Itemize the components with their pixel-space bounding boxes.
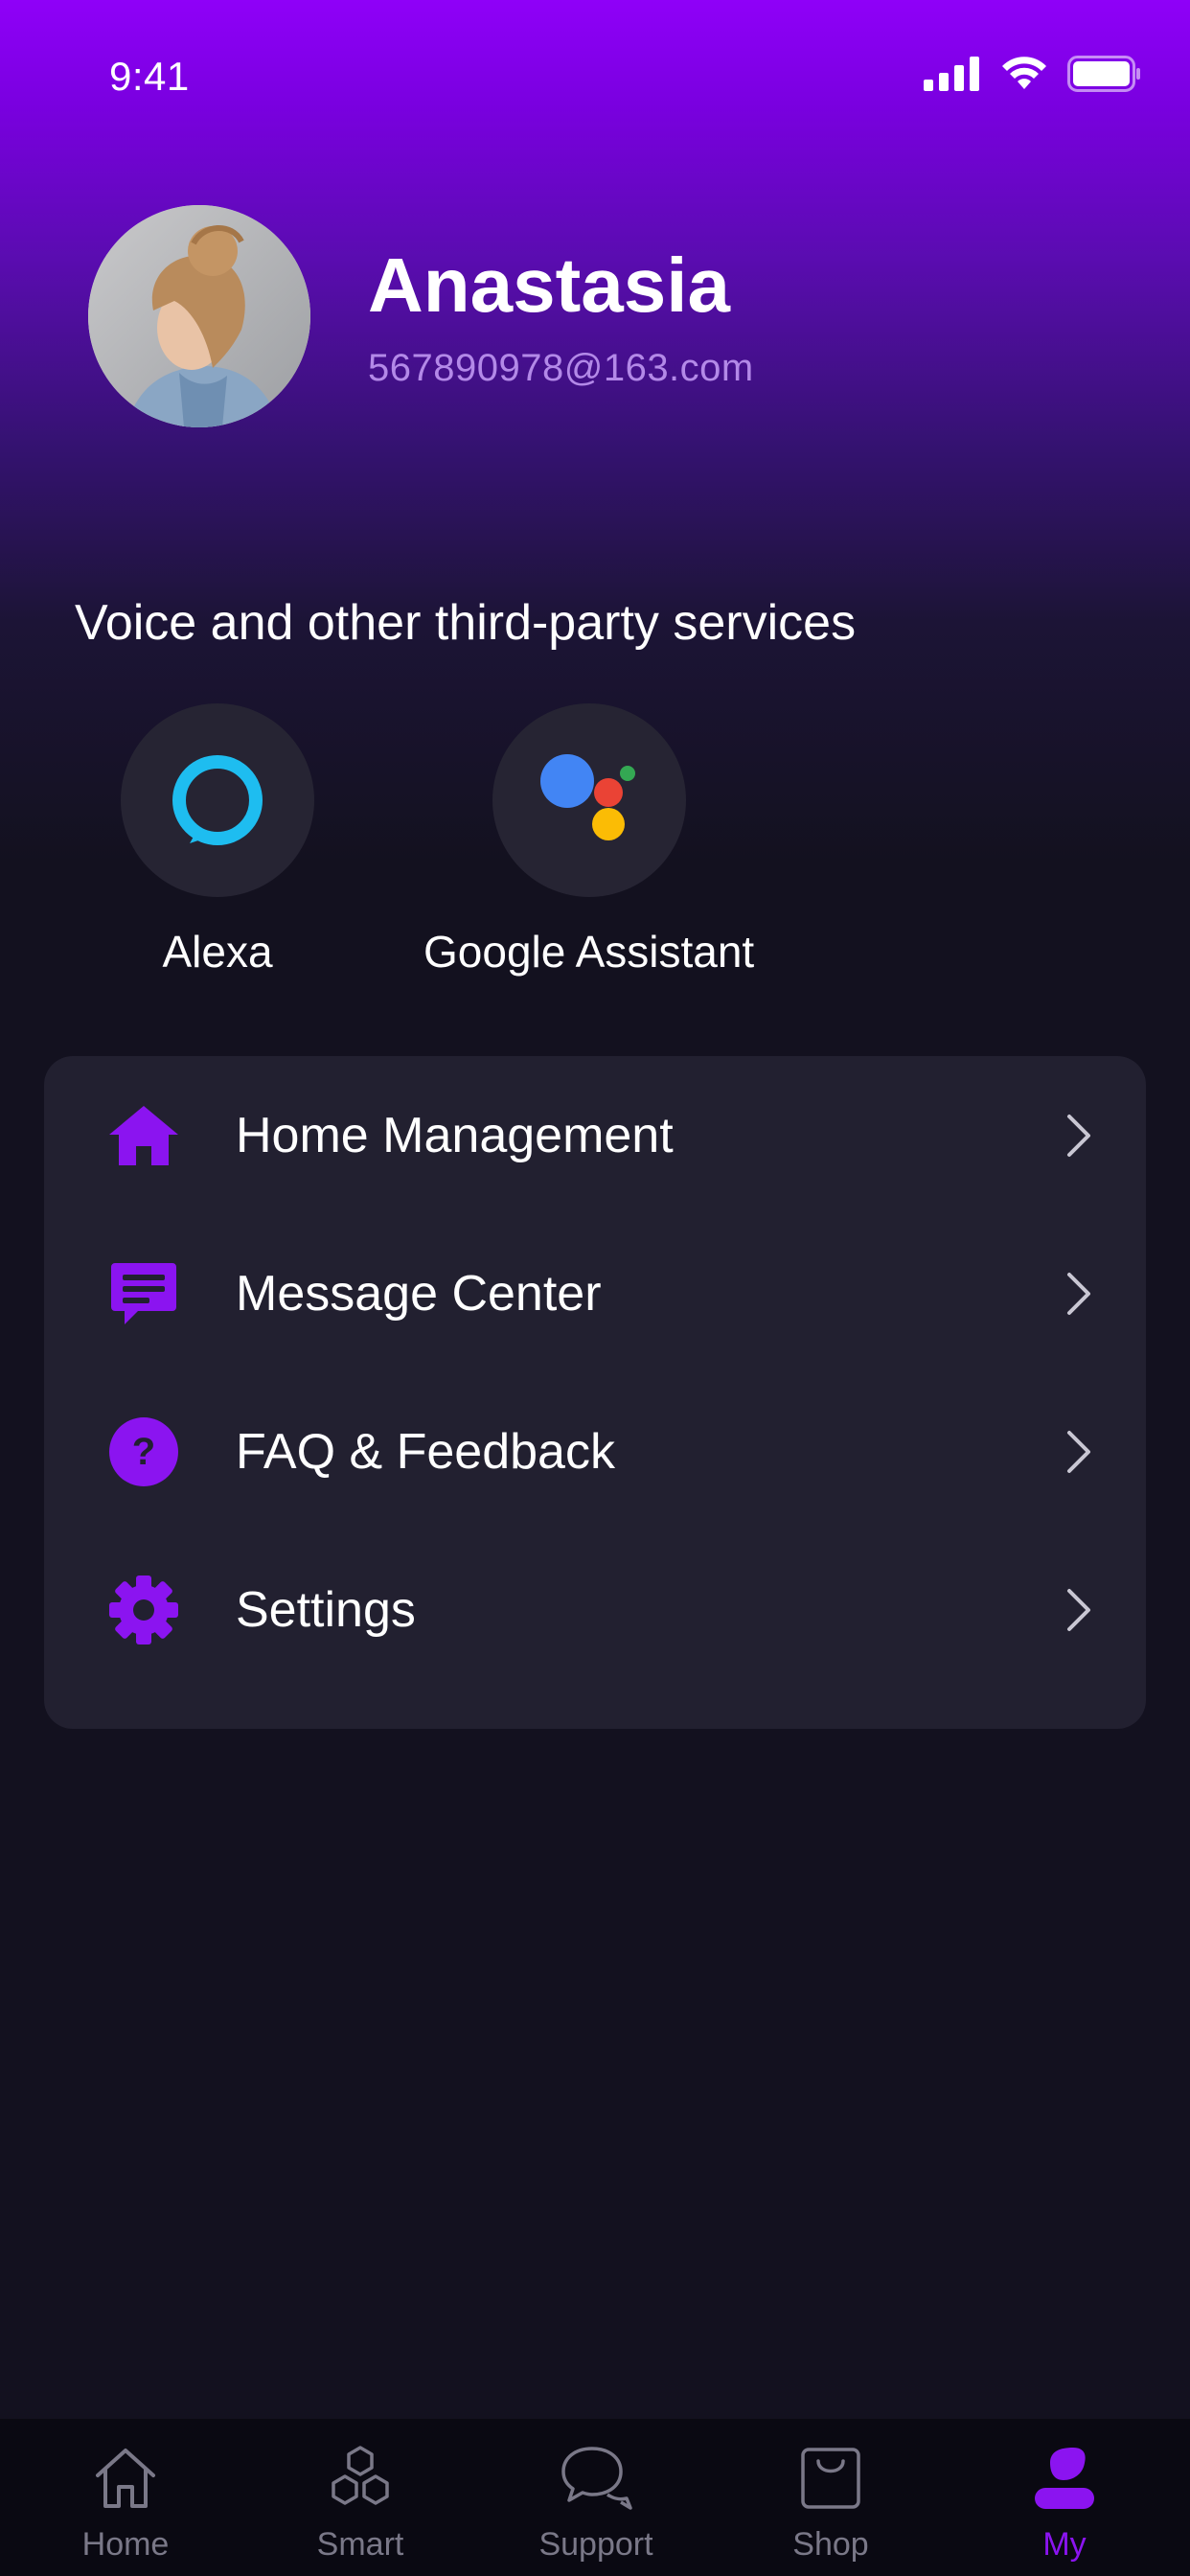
status-time: 9:41 — [109, 54, 190, 99]
menu-label-faq-feedback: FAQ & Feedback — [236, 1423, 615, 1480]
question-icon: ? — [105, 1414, 182, 1490]
google-assistant-icon — [492, 703, 686, 897]
profile-email: 567890978@163.com — [368, 347, 754, 389]
battery-icon — [1067, 56, 1142, 97]
tab-my[interactable]: My — [969, 2419, 1160, 2576]
menu-item-home-management[interactable]: Home Management — [44, 1056, 1146, 1214]
status-bar: 9:41 — [0, 0, 1190, 144]
cellular-signal-icon — [924, 57, 981, 96]
avatar[interactable] — [88, 205, 310, 427]
menu-label-home-management: Home Management — [236, 1107, 674, 1163]
chevron-right-icon — [1060, 1265, 1098, 1322]
google-assistant-service[interactable]: Google Assistant — [423, 703, 754, 978]
menu-label-settings: Settings — [236, 1581, 416, 1638]
tab-label-my: My — [1042, 2526, 1087, 2563]
gear-icon — [105, 1572, 182, 1648]
tab-label-home: Home — [81, 2526, 170, 2563]
menu-item-settings[interactable]: Settings — [44, 1530, 1146, 1689]
hexagons-icon — [317, 2440, 403, 2517]
profile-name: Anastasia — [368, 242, 730, 328]
tab-shop[interactable]: Shop — [735, 2419, 927, 2576]
status-icons — [924, 56, 1142, 97]
message-icon — [105, 1255, 182, 1332]
tab-home[interactable]: Home — [30, 2419, 221, 2576]
menu-card: Home Management Message Center ? FAQ & F… — [44, 1056, 1146, 1729]
menu-item-message-center[interactable]: Message Center — [44, 1214, 1146, 1372]
home-outline-icon — [82, 2440, 169, 2517]
alexa-service[interactable]: Alexa — [121, 703, 314, 978]
chat-bubbles-icon — [553, 2440, 639, 2517]
voice-services-title: Voice and other third-party services — [75, 595, 857, 651]
tab-label-shop: Shop — [792, 2526, 869, 2563]
alexa-icon — [121, 703, 314, 897]
tab-smart[interactable]: Smart — [264, 2419, 456, 2576]
shopping-bag-icon — [788, 2440, 874, 2517]
wifi-icon — [1000, 57, 1048, 96]
svg-text:?: ? — [132, 1431, 155, 1473]
tab-label-smart: Smart — [316, 2526, 404, 2563]
chevron-right-icon — [1060, 1581, 1098, 1639]
menu-item-faq-feedback[interactable]: ? FAQ & Feedback — [44, 1372, 1146, 1530]
chevron-right-icon — [1060, 1107, 1098, 1164]
menu-label-message-center: Message Center — [236, 1265, 602, 1322]
alexa-label: Alexa — [162, 927, 273, 977]
person-icon — [1021, 2440, 1108, 2517]
tab-bar: Home Smart Support Shop My — [0, 2419, 1190, 2576]
tab-support[interactable]: Support — [500, 2419, 692, 2576]
google-assistant-label: Google Assistant — [423, 927, 755, 977]
chevron-right-icon — [1060, 1423, 1098, 1481]
tab-label-support: Support — [538, 2526, 653, 2563]
house-icon — [105, 1097, 182, 1174]
